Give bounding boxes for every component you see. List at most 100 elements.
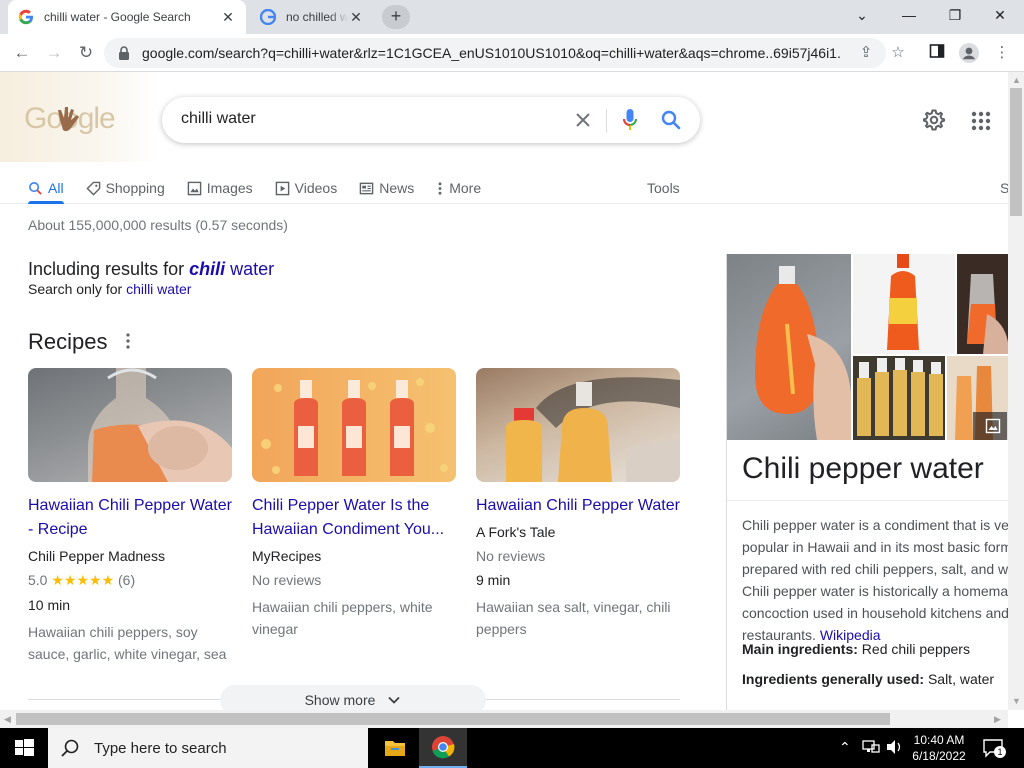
taskbar-search-box[interactable]: Type here to search [48, 728, 368, 768]
horizontal-scroll-thumb[interactable] [16, 713, 890, 725]
kp-image-bottle[interactable] [853, 254, 955, 354]
recipe-source: A Fork's Tale [476, 524, 556, 540]
vertical-scroll-thumb[interactable] [1010, 88, 1022, 216]
knowledge-panel: Chili pepper water Chili pepper water is… [726, 254, 1008, 710]
clock-time: 10:40 AM [913, 733, 965, 747]
tab-title: chilli water - Google Search [44, 10, 191, 24]
clear-icon[interactable] [572, 109, 594, 131]
browser-tab-active[interactable]: chilli water - Google Search ✕ [8, 0, 246, 34]
windows-start-icon[interactable] [0, 728, 48, 768]
volume-icon[interactable] [886, 739, 904, 755]
star-rating-icon: ★★★★★ [51, 572, 115, 588]
google-favicon-icon [18, 9, 33, 25]
recipe-image[interactable] [28, 368, 232, 482]
kp-description: Chili pepper water is a condiment that i… [742, 514, 1008, 646]
kp-image-bottles[interactable] [853, 356, 945, 440]
microphone-icon[interactable] [622, 108, 638, 132]
kebab-icon[interactable] [122, 331, 134, 351]
maximize-button[interactable]: ❐ [935, 4, 975, 28]
kp-fact-label[interactable]: Ingredients generally used: [742, 671, 924, 687]
close-window-button[interactable]: ✕ [980, 4, 1020, 28]
search-input[interactable]: chilli water [181, 110, 256, 128]
gear-icon[interactable] [922, 108, 946, 132]
kp-fact-label[interactable]: Main ingredients: [742, 641, 858, 657]
kp-fact-ingredients-used: Ingredients generally used: Salt, water [742, 671, 994, 687]
recipe-time: 10 min [28, 597, 71, 613]
recipe-title-link[interactable]: Hawaiian Chili Pepper Water - Recipe [28, 494, 232, 542]
kp-image-jar[interactable] [957, 254, 1008, 354]
news-icon [359, 182, 374, 194]
search-only-prefix: Search only for [28, 281, 127, 297]
address-bar[interactable]: google.com/search?q=chilli+water&rlz=1C1… [104, 38, 886, 68]
taskbar-search-placeholder: Type here to search [94, 739, 227, 757]
browser-menu-icon[interactable]: ⋮ [992, 43, 1012, 63]
kp-fact-main-ingredients: Main ingredients: Red chili peppers [742, 641, 970, 657]
tab-all[interactable]: All [28, 172, 64, 204]
review-count: (6) [118, 572, 136, 588]
tab-more[interactable]: More [436, 172, 481, 204]
corrected-rest: water [225, 259, 275, 279]
browser-tab-inactive[interactable]: no chilled water ✕ [250, 0, 374, 34]
recipe-image[interactable] [476, 368, 680, 482]
recipe-card[interactable]: Chili Pepper Water Is the Hawaiian Condi… [252, 368, 456, 640]
tab-shopping[interactable]: Shopping [85, 172, 165, 204]
spelling-correction: Including results for chili water [28, 259, 274, 280]
bookmark-star-icon[interactable]: ☆ [888, 43, 908, 63]
tab-label: Shopping [105, 180, 165, 196]
tools-button[interactable]: Tools [647, 172, 680, 204]
scroll-down-arrow-icon[interactable]: ▼ [1012, 696, 1021, 706]
tab-close-icon[interactable]: ✕ [348, 9, 364, 26]
recipe-card[interactable]: Hawaiian Chili Pepper Water - Recipe Chi… [28, 368, 232, 665]
chrome-taskbar-button[interactable] [419, 728, 467, 768]
corrected-query-link[interactable]: chili water [189, 259, 274, 279]
tab-close-icon[interactable]: ✕ [220, 9, 236, 26]
spelling-prefix: Including results for [28, 259, 190, 279]
vertical-scrollbar[interactable]: ▲ ▼ [1008, 72, 1024, 710]
chrome-icon [432, 736, 455, 759]
original-query-link[interactable]: chilli water [126, 281, 191, 297]
back-arrow-icon[interactable]: ← [10, 41, 34, 65]
scroll-right-arrow-icon[interactable]: ▶ [994, 714, 1001, 725]
recipe-image[interactable] [252, 368, 456, 482]
google-header: Google chilli water [0, 72, 1009, 204]
network-icon[interactable] [862, 739, 880, 755]
new-tab-button[interactable]: + [382, 5, 410, 29]
reload-icon[interactable]: ↻ [74, 41, 98, 65]
notification-badge: 1 [994, 746, 1006, 758]
corrected-word: chili [189, 259, 226, 279]
recipe-rating: 5.0 ★★★★★ (6) [28, 572, 232, 589]
forward-arrow-icon[interactable]: → [42, 41, 66, 65]
kp-image-more[interactable] [947, 356, 1008, 440]
search-box[interactable]: chilli water [162, 97, 700, 143]
file-explorer-icon[interactable] [371, 728, 419, 768]
recipes-heading: Recipes [28, 329, 108, 354]
google-doodle[interactable]: Google [0, 72, 160, 162]
search-icon [61, 739, 79, 757]
horizontal-scrollbar[interactable]: ◀ ▶ [0, 710, 1008, 728]
recipe-title-link[interactable]: Hawaiian Chili Pepper Water [476, 494, 680, 518]
share-icon[interactable]: ⇪ [856, 43, 876, 63]
tab-videos[interactable]: Videos [275, 172, 337, 204]
google-apps-grid-icon[interactable] [970, 110, 992, 132]
browser-toolbar: ← → ↻ google.com/search?q=chilli+water&r… [0, 34, 1024, 72]
search-icon[interactable] [660, 109, 682, 131]
recipe-card[interactable]: Hawaiian Chili Pepper Water A Fork's Tal… [476, 368, 680, 640]
rating-value: 5.0 [28, 572, 48, 588]
scroll-left-arrow-icon[interactable]: ◀ [4, 714, 11, 725]
minimize-button[interactable]: — [889, 4, 929, 28]
tab-images[interactable]: Images [187, 172, 253, 204]
recipe-time: 9 min [476, 572, 511, 588]
search-only-line: Search only for chilli water [28, 281, 191, 297]
kp-image-main[interactable] [727, 254, 851, 440]
chevron-up-icon[interactable]: ⌃ [839, 739, 851, 756]
recipe-title-link[interactable]: Chili Pepper Water Is the Hawaiian Condi… [252, 494, 456, 542]
notification-center-icon[interactable]: 1 [982, 738, 1006, 758]
kebab-icon [438, 181, 442, 195]
side-panel-icon[interactable] [927, 43, 947, 63]
system-clock[interactable]: 10:40 AM 6/18/2022 [906, 732, 972, 764]
image-gallery-icon[interactable] [985, 418, 1001, 434]
profile-avatar-icon[interactable] [959, 43, 979, 63]
scroll-up-arrow-icon[interactable]: ▲ [1012, 75, 1021, 85]
tab-news[interactable]: News [359, 172, 414, 204]
tab-search-chevron-icon[interactable]: ⌄ [842, 4, 882, 28]
